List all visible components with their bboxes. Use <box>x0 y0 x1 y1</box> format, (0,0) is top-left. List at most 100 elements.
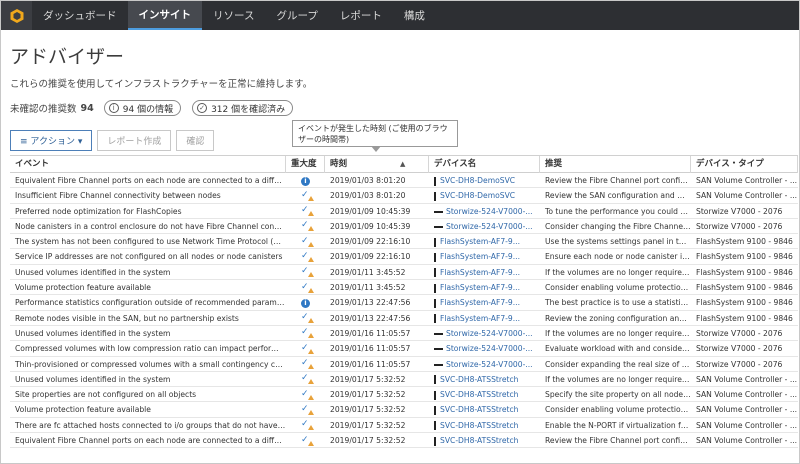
device-name-link[interactable]: SVC-DH8-DemoSVC <box>440 191 515 200</box>
nav-settings[interactable]: 構成 <box>393 1 436 30</box>
device-name-cell[interactable]: SVC-DH8-ATSStretch <box>429 402 540 417</box>
table-row[interactable]: Remote nodes visible in the SAN, but no … <box>10 311 798 326</box>
table-row[interactable]: Compressed volumes with low compression … <box>10 341 798 357</box>
device-name-link[interactable]: Storwize-524-V7000-... <box>446 360 533 369</box>
device-name-link[interactable]: Storwize-524-V7000-... <box>446 222 533 231</box>
table-row[interactable]: Thin-provisioned or compressed volumes w… <box>10 357 798 372</box>
table-row[interactable]: Volume protection feature available ✓ 2019… <box>10 402 798 418</box>
severity-cell: ✓ <box>286 311 325 326</box>
warning-check-severity-icon: ✓ <box>301 313 314 324</box>
nav-insights[interactable]: インサイト <box>127 1 202 30</box>
table-row[interactable]: Preferred node optimization for FlashCop… <box>10 204 798 219</box>
device-name-link[interactable]: Storwize-524-V7000-... <box>446 329 533 338</box>
device-name-link[interactable]: FlashSystem-AF7-9... <box>440 298 520 307</box>
device-name-cell[interactable]: Storwize-524-V7000-... <box>429 326 540 341</box>
warning-check-severity-icon: ✓ <box>301 328 314 339</box>
device-name-cell[interactable]: Storwize-524-V7000-... <box>429 357 540 372</box>
table-row[interactable]: Equivalent Fibre Channel ports on each n… <box>10 173 798 189</box>
recommendation-cell: Review the SAN configuration and make ..… <box>545 191 691 201</box>
table-row[interactable]: Site properties are not configured on al… <box>10 387 798 403</box>
device-name-cell[interactable]: FlashSystem-AF7-9... <box>429 295 540 310</box>
confirmed-filter-pill[interactable]: ✓ 312 個を確認済み <box>192 100 294 116</box>
table-row[interactable]: Unused volumes identified in the system ✓… <box>10 326 798 342</box>
table-row[interactable]: Unused volumes identified in the system ✓… <box>10 372 798 388</box>
device-name-link[interactable]: SVC-DH8-ATSStretch <box>440 390 518 399</box>
device-name-cell[interactable]: SVC-DH8-ATSStretch <box>429 418 540 433</box>
nav-resources[interactable]: リソース <box>202 1 265 30</box>
time-cell: 2019/01/11 3:45:52 <box>330 283 406 293</box>
app-logo[interactable] <box>1 1 32 30</box>
column-header-device-type[interactable]: デバイス・タイプ <box>691 156 798 173</box>
device-name-link[interactable]: SVC-DH8-DemoSVC <box>440 176 515 185</box>
table-row[interactable]: Equivalent Fibre Channel ports on each n… <box>10 433 798 449</box>
device-type-cell: SAN Volume Controller - ... <box>696 436 798 446</box>
severity-cell: ✓ <box>286 234 325 249</box>
device-name-cell[interactable]: SVC-DH8-DemoSVC <box>429 188 540 203</box>
time-cell: 2019/01/16 11:05:57 <box>330 359 411 369</box>
table-row[interactable]: Performance statistics configuration out… <box>10 295 798 311</box>
nav-dashboard[interactable]: ダッシュボード <box>32 1 128 30</box>
time-cell: 2019/01/17 5:32:52 <box>330 420 406 430</box>
device-name-cell[interactable]: FlashSystem-AF7-9... <box>429 234 540 249</box>
device-name-link[interactable]: SVC-DH8-ATSStretch <box>440 421 518 430</box>
table-row[interactable]: Service IP addresses are not configured … <box>10 249 798 265</box>
column-header-event[interactable]: イベント <box>10 156 286 173</box>
device-name-link[interactable]: SVC-DH8-ATSStretch <box>440 405 518 414</box>
device-name-link[interactable]: FlashSystem-AF7-9... <box>440 314 520 323</box>
table-row[interactable]: Unused volumes identified in the system ✓… <box>10 265 798 281</box>
warning-check-severity-icon: ✓ <box>301 420 314 431</box>
table-row[interactable]: Node canisters in a control enclosure do… <box>10 219 798 235</box>
table-row[interactable]: There are fc attached hosts connected to… <box>10 418 798 434</box>
recommendation-stats: 未確認の推奨数 94 i 94 個の情報 ✓ 312 個を確認済み <box>10 100 304 116</box>
event-cell: Remote nodes visible in the SAN, but no … <box>15 313 239 323</box>
device-name-cell[interactable]: SVC-DH8-ATSStretch <box>429 433 540 448</box>
storage-device-icon <box>434 375 436 385</box>
column-header-time[interactable]: 時刻 ▲ <box>325 156 429 173</box>
device-name-link[interactable]: FlashSystem-AF7-9... <box>440 268 520 277</box>
severity-cell: ✓ <box>286 280 325 295</box>
warning-check-severity-icon: ✓ <box>301 221 314 232</box>
device-name-link[interactable]: FlashSystem-AF7-9... <box>440 252 520 261</box>
time-cell: 2019/01/17 5:32:52 <box>330 436 406 446</box>
warning-check-severity-icon: ✓ <box>301 359 314 370</box>
device-name-cell[interactable]: FlashSystem-AF7-9... <box>429 249 540 264</box>
event-cell: Equivalent Fibre Channel ports on each n… <box>15 176 286 185</box>
info-filter-pill[interactable]: i 94 個の情報 <box>103 100 182 116</box>
severity-cell: ✓ <box>286 188 325 203</box>
device-name-link[interactable]: SVC-DH8-ATSStretch <box>440 375 518 384</box>
device-name-link[interactable]: Storwize-524-V7000-... <box>446 344 533 353</box>
device-type-cell: FlashSystem 9100 - 9846 <box>696 267 793 277</box>
device-name-link[interactable]: Storwize-524-V7000-... <box>446 207 533 216</box>
device-name-cell[interactable]: Storwize-524-V7000-... <box>429 219 540 234</box>
create-report-button[interactable]: レポート作成 <box>97 130 172 151</box>
table-row[interactable]: Volume protection feature available ✓ 2019… <box>10 280 798 296</box>
info-severity-icon: i <box>301 298 310 308</box>
device-name-cell[interactable]: FlashSystem-AF7-9... <box>429 280 540 295</box>
severity-cell: ✓ <box>286 402 325 417</box>
device-name-link[interactable]: FlashSystem-AF7-9... <box>440 283 520 292</box>
device-name-cell[interactable]: SVC-DH8-ATSStretch <box>429 372 540 387</box>
device-name-cell[interactable]: FlashSystem-AF7-9... <box>429 311 540 326</box>
info-icon: i <box>108 103 119 113</box>
time-cell: 2019/01/09 10:45:39 <box>330 221 411 231</box>
column-header-device[interactable]: デバイス名 <box>429 156 540 173</box>
table-row[interactable]: Insufficient Fibre Channel connectivity … <box>10 188 798 204</box>
nav-reports[interactable]: レポート <box>329 1 393 30</box>
device-name-cell[interactable]: Storwize-524-V7000-... <box>429 204 540 219</box>
actions-button[interactable]: ≡ アクション ▾ <box>10 130 93 151</box>
column-header-recommendation[interactable]: 推奨 <box>540 156 691 173</box>
nav-groups[interactable]: グループ <box>265 1 328 30</box>
device-name-cell[interactable]: SVC-DH8-DemoSVC <box>429 173 540 188</box>
column-header-severity[interactable]: 重大度 <box>286 156 325 173</box>
confirm-button[interactable]: 確認 <box>176 130 215 151</box>
recommendation-cell: If the volumes are no longer required, t… <box>545 374 691 384</box>
warning-check-severity-icon: ✓ <box>301 282 314 293</box>
device-name-cell[interactable]: SVC-DH8-ATSStretch <box>429 387 540 402</box>
table-row[interactable]: The system has not been configured to us… <box>10 234 798 250</box>
device-name-cell[interactable]: Storwize-524-V7000-... <box>429 341 540 356</box>
recommendation-cell: Review the Fibre Channel port configurat… <box>545 436 691 446</box>
device-name-link[interactable]: SVC-DH8-ATSStretch <box>440 436 518 445</box>
device-name-link[interactable]: FlashSystem-AF7-9... <box>440 237 520 246</box>
device-name-cell[interactable]: FlashSystem-AF7-9... <box>429 265 540 280</box>
device-type-cell: Storwize V7000 - 2076 <box>696 221 783 231</box>
